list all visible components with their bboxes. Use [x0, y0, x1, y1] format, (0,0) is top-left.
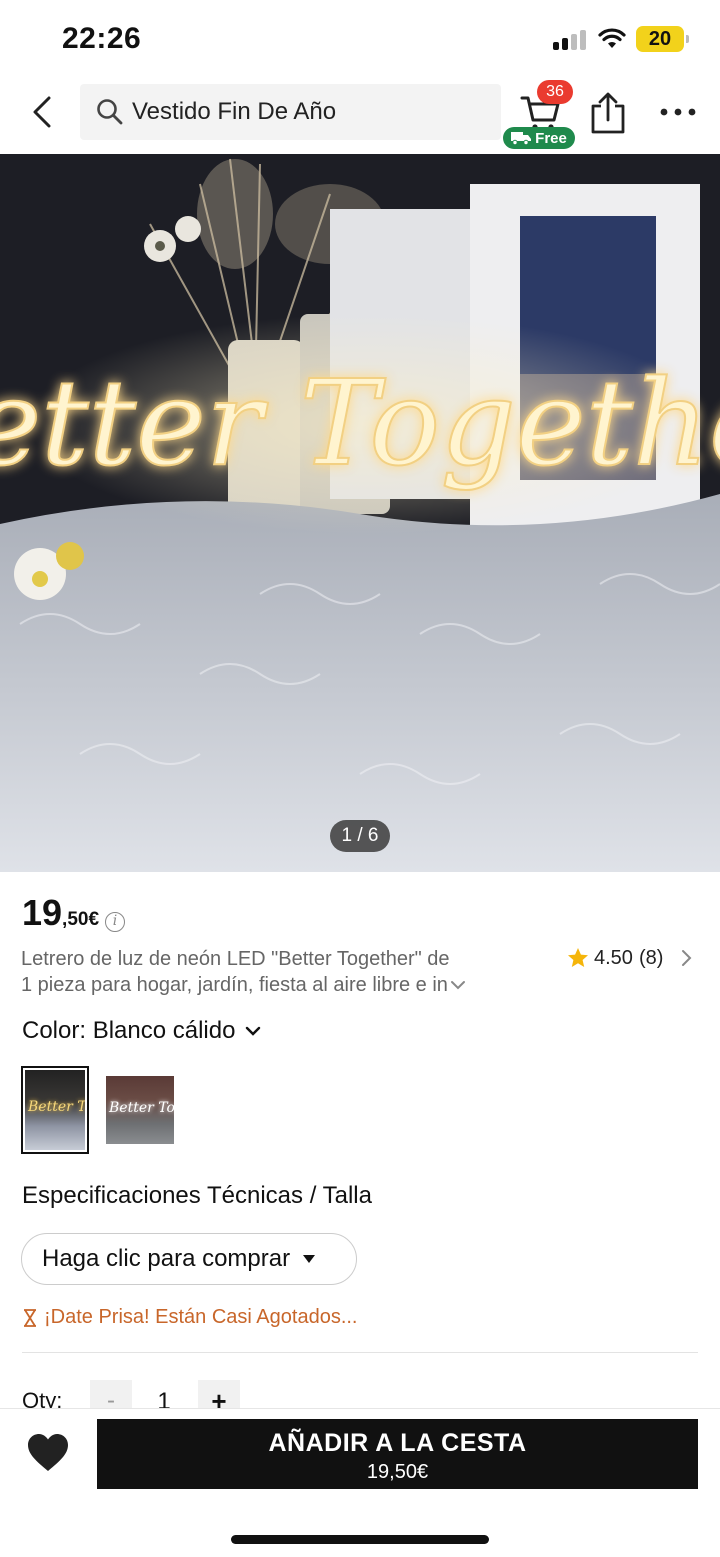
- price: 19 ,50€ i: [22, 892, 126, 934]
- qty-label: Qty:: [22, 1388, 63, 1410]
- bottom-action-bar: AÑADIR A LA CESTA 19,50€: [0, 1408, 720, 1557]
- color-swatch-selected[interactable]: Better Together: [21, 1066, 89, 1154]
- hourglass-icon: [24, 1308, 36, 1327]
- swatch-neon-text: Better Together: [109, 1100, 174, 1117]
- product-title[interactable]: Letrero de luz de neón LED "Better Toget…: [21, 946, 511, 998]
- qty-value[interactable]: 1: [144, 1388, 184, 1410]
- stock-warning-text: ¡Date Prisa! Están Casi Agotados...: [44, 1306, 358, 1328]
- color-swatch[interactable]: Better Together: [106, 1076, 174, 1144]
- qty-decrease-button[interactable]: -: [90, 1380, 132, 1410]
- more-icon[interactable]: [658, 102, 698, 122]
- swatch-neon-text: Better Together: [28, 1098, 85, 1115]
- product-image-gallery[interactable]: Better Together 1 / 6: [0, 154, 720, 872]
- signal-icon: [553, 30, 589, 50]
- review-count: (8): [638, 946, 664, 969]
- top-nav: Vestido Fin De Año 36 Free: [0, 78, 720, 154]
- size-select-button[interactable]: Haga clic para comprar: [21, 1233, 357, 1285]
- wifi-icon: [598, 28, 626, 48]
- search-bar[interactable]: Vestido Fin De Año: [80, 84, 501, 140]
- status-bar: 22:26 20: [0, 0, 720, 78]
- spec-heading: Especificaciones Técnicas / Talla: [22, 1182, 372, 1209]
- product-title-line2: 1 pieza para hogar, jardín, fiesta al ai…: [21, 974, 448, 996]
- cart-count-badge: 36: [537, 80, 573, 104]
- add-to-cart-label: AÑADIR A LA CESTA: [268, 1429, 527, 1457]
- size-select-label: Haga clic para comprar: [42, 1245, 291, 1272]
- free-label: Free: [535, 129, 567, 147]
- rating[interactable]: 4.50 (8): [566, 946, 693, 970]
- info-icon[interactable]: i: [105, 912, 126, 932]
- qty-increase-button[interactable]: +: [198, 1380, 240, 1410]
- add-to-cart-button[interactable]: AÑADIR A LA CESTA 19,50€: [97, 1419, 698, 1489]
- rating-value: 4.50: [594, 946, 633, 969]
- color-selector[interactable]: Color: Blanco cálido: [22, 1017, 261, 1045]
- home-indicator: [231, 1535, 489, 1544]
- caret-down-icon: [303, 1255, 316, 1263]
- product-photo: Better Together: [0, 154, 720, 872]
- share-icon[interactable]: [589, 92, 627, 134]
- quantity-stepper: Qty: - 1 +: [22, 1380, 720, 1410]
- image-counter: 1 / 6: [330, 820, 390, 852]
- search-icon: [97, 99, 123, 125]
- add-to-cart-price: 19,50€: [366, 1461, 429, 1483]
- heart-icon[interactable]: [26, 1433, 70, 1473]
- search-query: Vestido Fin De Año: [132, 98, 337, 125]
- product-title-line1: Letrero de luz de neón LED "Better Toget…: [21, 948, 450, 970]
- battery-indicator: 20: [636, 26, 689, 52]
- stock-warning: ¡Date Prisa! Están Casi Agotados...: [22, 1306, 358, 1329]
- star-icon: [568, 948, 588, 967]
- chevron-down-icon: [246, 1026, 261, 1036]
- price-integer: 19: [22, 892, 63, 933]
- price-decimal: ,50€: [62, 909, 100, 930]
- truck-icon: [511, 132, 532, 145]
- free-shipping-badge: Free: [503, 127, 575, 149]
- neon-sign-text: Better Together: [0, 354, 720, 492]
- back-icon: [33, 96, 51, 128]
- color-label: Color: Blanco cálido: [22, 1017, 236, 1044]
- back-button[interactable]: [20, 90, 64, 134]
- status-time: 22:26: [62, 22, 142, 55]
- chevron-down-icon[interactable]: [450, 979, 466, 991]
- divider: [22, 1352, 698, 1353]
- chevron-right-icon: [682, 950, 692, 966]
